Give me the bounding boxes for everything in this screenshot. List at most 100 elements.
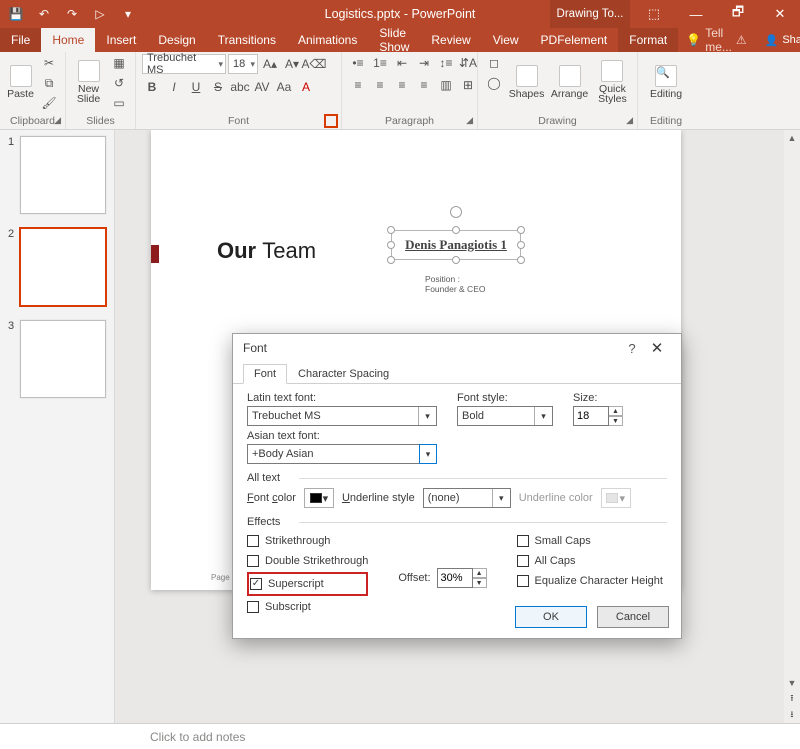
thumbnail-2[interactable]: 2 bbox=[8, 228, 106, 306]
new-slide-button[interactable]: New Slide bbox=[72, 54, 105, 110]
selected-text[interactable]: Denis Panagiotis 1 bbox=[391, 230, 521, 260]
copy-icon[interactable]: ⧉ bbox=[39, 74, 59, 92]
paragraph-launcher-icon[interactable]: ◢ bbox=[466, 115, 473, 126]
strikethrough-checkbox[interactable]: Strikethrough bbox=[247, 532, 368, 550]
share-button[interactable]: 👤 Share bbox=[755, 28, 800, 52]
clipboard-launcher-icon[interactable]: ◢ bbox=[54, 115, 61, 126]
scroll-up-icon[interactable]: ▲ bbox=[784, 130, 800, 146]
quick-styles-button[interactable]: Quick Styles bbox=[594, 54, 631, 110]
cancel-button[interactable]: Cancel bbox=[597, 606, 669, 628]
dialog-close-icon[interactable]: ✕ bbox=[643, 339, 671, 357]
chevron-down-icon[interactable]: ▾ bbox=[534, 407, 552, 425]
offset-spinner[interactable]: ▲▼ bbox=[437, 568, 487, 588]
columns-icon[interactable]: ▥ bbox=[436, 76, 456, 94]
tab-transitions[interactable]: Transitions bbox=[207, 28, 287, 52]
chevron-down-icon[interactable]: ▾ bbox=[418, 407, 436, 425]
underline-button[interactable]: U bbox=[186, 78, 206, 96]
qat-redo-icon[interactable]: ↷ bbox=[60, 3, 84, 25]
slide-reset-icon[interactable]: ↺ bbox=[109, 74, 129, 92]
dialog-tab-character-spacing[interactable]: Character Spacing bbox=[287, 364, 400, 384]
qat-undo-icon[interactable]: ↶ bbox=[32, 3, 56, 25]
size-spinner[interactable]: ▲▼ bbox=[573, 406, 629, 426]
spin-down-icon[interactable]: ▼ bbox=[473, 578, 487, 588]
asian-font-combo[interactable]: +Body Asian▾ bbox=[247, 444, 437, 464]
shapes-button[interactable]: Shapes bbox=[508, 54, 545, 110]
strikethrough-button[interactable]: S bbox=[208, 78, 228, 96]
tab-review[interactable]: Review bbox=[420, 28, 481, 52]
bullets-icon[interactable]: •≡ bbox=[348, 54, 368, 72]
font-dialog-launcher-icon[interactable] bbox=[324, 114, 338, 128]
account-sign-in-icon[interactable]: ⬚ bbox=[634, 0, 674, 28]
qat-save-icon[interactable]: 💾 bbox=[4, 3, 28, 25]
align-left-icon[interactable]: ≡ bbox=[348, 76, 368, 94]
close-button[interactable]: ✕ bbox=[760, 0, 800, 28]
align-right-icon[interactable]: ≡ bbox=[392, 76, 412, 94]
prev-slide-icon[interactable]: ⭱ bbox=[784, 691, 800, 707]
spin-down-icon[interactable]: ▼ bbox=[609, 416, 623, 426]
slide-thumbnail-pane[interactable]: 1 2 3 bbox=[0, 130, 115, 723]
change-case-button[interactable]: Aa bbox=[274, 78, 294, 96]
underline-style-combo[interactable]: (none)▾ bbox=[423, 488, 511, 508]
tab-insert[interactable]: Insert bbox=[95, 28, 147, 52]
drawing-launcher-icon[interactable]: ◢ bbox=[626, 115, 633, 126]
thumbnail-3[interactable]: 3 bbox=[8, 320, 106, 398]
slide-layout-icon[interactable]: ▦ bbox=[109, 54, 129, 72]
character-spacing-button[interactable]: AV bbox=[252, 78, 272, 96]
minimize-button[interactable]: — bbox=[676, 0, 716, 28]
arrange-button[interactable]: Arrange bbox=[549, 54, 590, 110]
tab-design[interactable]: Design bbox=[147, 28, 206, 52]
justify-icon[interactable]: ≡ bbox=[414, 76, 434, 94]
editing-button[interactable]: 🔍Editing bbox=[644, 54, 688, 110]
font-color-picker[interactable]: ▾ bbox=[304, 488, 334, 508]
thumbnail-1[interactable]: 1 bbox=[8, 136, 106, 214]
text-direction-icon[interactable]: ⇵A bbox=[458, 54, 478, 72]
size-input[interactable] bbox=[573, 406, 609, 426]
tell-me-search[interactable]: 💡 Tell me... ⚠ bbox=[678, 28, 754, 52]
qat-customize-icon[interactable]: ▾ bbox=[116, 3, 140, 25]
tab-slide-show[interactable]: Slide Show bbox=[368, 28, 420, 52]
font-name-combo[interactable]: Trebuchet MS bbox=[142, 54, 226, 74]
numbering-icon[interactable]: 1≡ bbox=[370, 54, 390, 72]
clear-formatting-icon[interactable]: A⌫ bbox=[304, 55, 324, 73]
tab-file[interactable]: File bbox=[0, 28, 41, 52]
paste-button[interactable]: Paste bbox=[6, 54, 35, 110]
shape-gallery-icon-2[interactable]: ◯ bbox=[484, 74, 504, 92]
latin-font-combo[interactable]: Trebuchet MS▾ bbox=[247, 406, 437, 426]
grow-font-icon[interactable]: A▴ bbox=[260, 55, 280, 73]
spin-up-icon[interactable]: ▲ bbox=[609, 406, 623, 416]
restore-button[interactable]: 🗗 bbox=[718, 0, 758, 28]
all-caps-checkbox[interactable]: All Caps bbox=[517, 552, 663, 570]
text-shadow-button[interactable]: abc bbox=[230, 78, 250, 96]
next-slide-icon[interactable]: ⭳ bbox=[784, 707, 800, 723]
increase-indent-icon[interactable]: ⇥ bbox=[414, 54, 434, 72]
selected-text-box[interactable]: Denis Panagiotis 1 bbox=[391, 230, 521, 260]
dialog-help-icon[interactable]: ? bbox=[621, 341, 643, 356]
small-caps-checkbox[interactable]: Small Caps bbox=[517, 532, 663, 550]
tab-pdfelement[interactable]: PDFelement bbox=[530, 28, 619, 52]
offset-input[interactable] bbox=[437, 568, 473, 588]
equalize-height-checkbox[interactable]: Equalize Character Height bbox=[517, 572, 663, 590]
vertical-scrollbar[interactable]: ▲ ▼ ⭱ ⭳ bbox=[784, 130, 800, 723]
double-strikethrough-checkbox[interactable]: Double Strikethrough bbox=[247, 552, 368, 570]
chevron-down-icon[interactable]: ▾ bbox=[419, 444, 437, 464]
subscript-checkbox[interactable]: Subscript bbox=[247, 598, 368, 616]
dialog-title-bar[interactable]: Font ? ✕ bbox=[233, 334, 681, 362]
align-center-icon[interactable]: ≡ bbox=[370, 76, 390, 94]
shrink-font-icon[interactable]: A▾ bbox=[282, 55, 302, 73]
tab-animations[interactable]: Animations bbox=[287, 28, 368, 52]
font-size-combo[interactable]: 18 bbox=[228, 54, 258, 74]
decrease-indent-icon[interactable]: ⇤ bbox=[392, 54, 412, 72]
tab-home[interactable]: Home bbox=[41, 28, 95, 52]
dialog-tab-font[interactable]: Font bbox=[243, 364, 287, 384]
font-style-combo[interactable]: Bold▾ bbox=[457, 406, 553, 426]
qat-start-slideshow-icon[interactable]: ▷ bbox=[88, 3, 112, 25]
scroll-down-icon[interactable]: ▼ bbox=[784, 675, 800, 691]
bold-button[interactable]: B bbox=[142, 78, 162, 96]
slide-section-icon[interactable]: ▭ bbox=[109, 94, 129, 112]
rotate-handle-icon[interactable] bbox=[450, 206, 462, 218]
spin-up-icon[interactable]: ▲ bbox=[473, 568, 487, 578]
ok-button[interactable]: OK bbox=[515, 606, 587, 628]
line-spacing-icon[interactable]: ↕≡ bbox=[436, 54, 456, 72]
tab-view[interactable]: View bbox=[482, 28, 530, 52]
cut-icon[interactable]: ✂ bbox=[39, 54, 59, 72]
